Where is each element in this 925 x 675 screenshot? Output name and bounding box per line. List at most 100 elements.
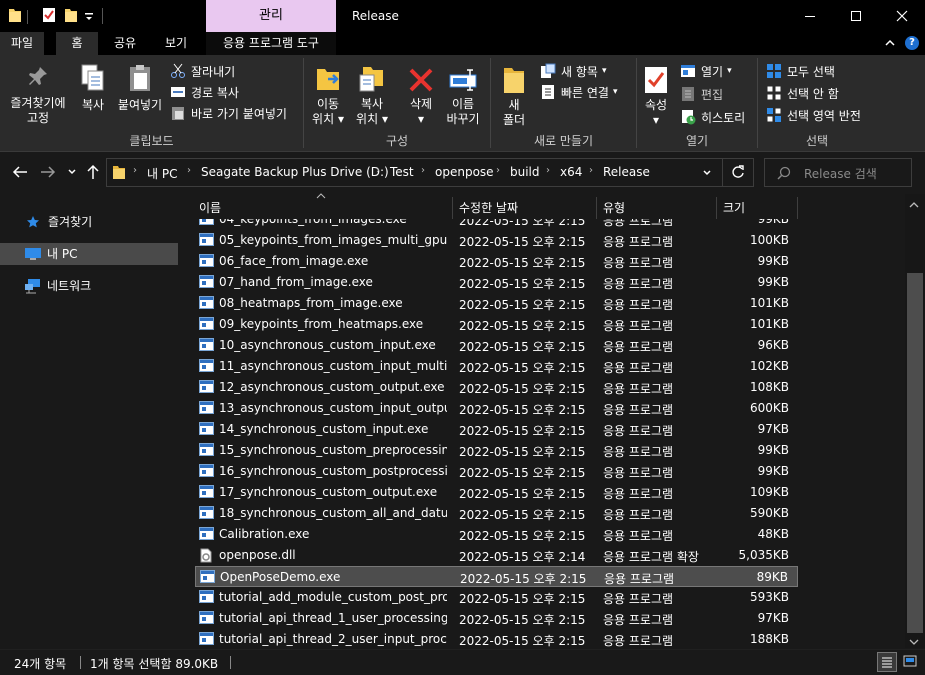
file-type: 응용 프로그램 — [603, 361, 674, 375]
copy-icon — [80, 63, 106, 93]
recent-locations-button[interactable] — [67, 167, 77, 177]
edit-button[interactable]: 편집 — [680, 85, 723, 103]
collapse-ribbon-icon[interactable] — [884, 37, 896, 49]
pin-icon — [26, 64, 50, 90]
breadcrumb-drive[interactable]: Seagate Backup Plus Drive (D:) — [201, 165, 389, 179]
forward-button[interactable] — [40, 165, 56, 179]
column-header-size[interactable]: 크기 — [723, 197, 797, 219]
breadcrumb-openpose[interactable]: openpose — [435, 165, 494, 179]
table-row[interactable]: 16_synchronous_custom_postprocessing... 2… — [195, 461, 798, 482]
table-row[interactable]: 04_keypoints_from_images.exe 2022-05-15 오… — [195, 219, 798, 230]
nav-item-network[interactable]: 네트워크 — [0, 275, 178, 297]
table-row-selected[interactable]: OpenPoseDemo.exe 2022-05-15 오후 2:15 응용 프로그… — [195, 566, 798, 587]
new-item-button[interactable]: 새 항목 ▾ — [540, 62, 606, 80]
easy-access-dropdown-icon: ▾ — [612, 87, 618, 97]
tab-view[interactable]: 보기 — [155, 32, 197, 55]
maximize-button[interactable] — [833, 0, 879, 32]
column-divider[interactable] — [716, 197, 717, 219]
computer-icon — [24, 247, 42, 261]
table-row[interactable]: 15_synchronous_custom_preprocessing.... 2… — [195, 440, 798, 461]
properties-dropdown-icon[interactable]: ▾ — [638, 113, 674, 128]
forward-arrow-icon — [40, 165, 56, 179]
table-row[interactable]: 06_face_from_image.exe 2022-05-15 오후 2:15… — [195, 251, 798, 272]
open-button[interactable]: 열기 ▾ — [680, 62, 732, 80]
minimize-button[interactable] — [787, 0, 833, 32]
refresh-button[interactable] — [731, 165, 745, 179]
delete-dropdown-icon[interactable]: ▾ — [399, 112, 443, 127]
breadcrumb-test[interactable]: Test — [390, 165, 414, 179]
new-folder-icon[interactable] — [64, 7, 78, 23]
table-row[interactable]: tutorial_api_thread_1_user_processing_fu… — [195, 608, 798, 629]
nav-item-this-pc[interactable]: 내 PC — [0, 243, 178, 265]
column-header-name[interactable]: 이름 — [199, 197, 451, 219]
file-name: 07_hand_from_image.exe — [219, 275, 373, 289]
context-tab-manage[interactable]: 관리 — [206, 0, 336, 32]
history-button[interactable]: 히스토리 — [680, 108, 745, 126]
tab-app-tools[interactable]: 응용 프로그램 도구 — [206, 32, 336, 55]
table-row[interactable]: Calibration.exe 2022-05-15 오후 2:15 응용 프로그램… — [195, 524, 798, 545]
table-row[interactable]: 11_asynchronous_custom_input_multi_c... 2… — [195, 356, 798, 377]
invert-selection-button[interactable]: 선택 영역 반전 — [766, 106, 861, 124]
file-date: 2022-05-15 오후 2:15 — [459, 319, 586, 333]
file-name: 08_heatmaps_from_image.exe — [219, 296, 403, 310]
breadcrumb-this-pc[interactable]: 내 PC — [147, 165, 177, 182]
table-row[interactable]: 05_keypoints_from_images_multi_gpu.exe 20… — [195, 230, 798, 251]
nav-item-quick-access[interactable]: 즐겨찾기 — [0, 211, 178, 233]
paste-shortcut-button[interactable]: 바로 가기 붙여넣기 — [170, 104, 287, 122]
exe-icon — [199, 254, 214, 267]
large-icons-view-button[interactable] — [903, 655, 917, 667]
breadcrumb-x64[interactable]: x64 — [560, 165, 582, 179]
paste-button[interactable]: 붙여넣기 — [112, 60, 168, 113]
address-history-button[interactable] — [702, 168, 712, 178]
column-divider[interactable] — [797, 197, 798, 219]
easy-access-label: 빠른 연결 — [561, 85, 609, 100]
table-row[interactable]: 17_synchronous_custom_output.exe 2022-05-… — [195, 482, 798, 503]
table-row[interactable]: 07_hand_from_image.exe 2022-05-15 오후 2:15… — [195, 272, 798, 293]
back-button[interactable] — [12, 165, 28, 179]
help-icon[interactable]: ? — [905, 36, 919, 50]
move-to-button[interactable]: 이동 위치 ▾ — [307, 60, 349, 127]
rename-button[interactable]: 이름 바꾸기 — [443, 60, 483, 127]
delete-button[interactable]: 삭제 ▾ — [399, 60, 443, 127]
cut-button[interactable]: 잘라내기 — [170, 62, 235, 80]
table-row[interactable]: 10_asynchronous_custom_input.exe 2022-05-… — [195, 335, 798, 356]
table-row[interactable]: 18_synchronous_custom_all_and_datum.... 2… — [195, 503, 798, 524]
scroll-up-icon[interactable] — [909, 201, 919, 209]
invert-selection-icon — [766, 107, 782, 123]
details-view-button[interactable] — [877, 652, 897, 672]
column-divider[interactable] — [452, 197, 453, 219]
properties-icon[interactable] — [42, 7, 56, 23]
breadcrumb-release[interactable]: Release — [603, 165, 650, 179]
breadcrumb-build[interactable]: build — [510, 165, 540, 179]
scroll-down-icon[interactable] — [909, 638, 919, 646]
select-all-button[interactable]: 모두 선택 — [766, 62, 835, 80]
tab-home[interactable]: 홈 — [56, 32, 98, 55]
column-divider[interactable] — [596, 197, 597, 219]
file-date: 2022-05-15 오후 2:15 — [459, 382, 586, 396]
select-none-button[interactable]: 선택 안 함 — [766, 84, 839, 102]
properties-button[interactable]: 속성 ▾ — [638, 60, 674, 128]
table-row[interactable]: 14_synchronous_custom_input.exe 2022-05-1… — [195, 419, 798, 440]
new-folder-button[interactable]: 새 폴더 — [496, 60, 532, 128]
close-button[interactable] — [879, 0, 925, 32]
table-row[interactable]: 13_asynchronous_custom_input_output_... 2… — [195, 398, 798, 419]
table-row[interactable]: 09_keypoints_from_heatmaps.exe 2022-05-15… — [195, 314, 798, 335]
pin-quick-access-button[interactable]: 즐겨찾기에 고정 — [0, 60, 76, 126]
up-button[interactable] — [86, 164, 100, 180]
easy-access-button[interactable]: 빠른 연결 ▾ — [540, 83, 618, 101]
qat-dropdown-icon[interactable] — [84, 8, 94, 24]
copy-button[interactable]: 복사 — [76, 60, 110, 113]
column-header-date[interactable]: 수정한 날짜 — [459, 197, 595, 219]
table-row[interactable]: tutorial_api_thread_2_user_input_process… — [195, 629, 798, 649]
table-row[interactable]: tutorial_add_module_custom_post_proce...… — [195, 587, 798, 608]
table-row[interactable]: 08_heatmaps_from_image.exe 2022-05-15 오후 … — [195, 293, 798, 314]
copy-to-button[interactable]: 복사 위치 ▾ — [351, 60, 393, 127]
table-row[interactable]: openpose.dll 2022-05-15 오후 2:14 응용 프로그램 확장… — [195, 545, 798, 566]
tab-share[interactable]: 공유 — [104, 32, 146, 55]
table-row[interactable]: 12_asynchronous_custom_output.exe 2022-05… — [195, 377, 798, 398]
back-arrow-icon — [12, 165, 28, 179]
scrollbar-thumb[interactable] — [907, 273, 923, 633]
copy-path-button[interactable]: 경로 복사 — [170, 83, 239, 101]
column-header-type[interactable]: 유형 — [603, 197, 715, 219]
tab-file[interactable]: 파일 — [0, 32, 44, 55]
